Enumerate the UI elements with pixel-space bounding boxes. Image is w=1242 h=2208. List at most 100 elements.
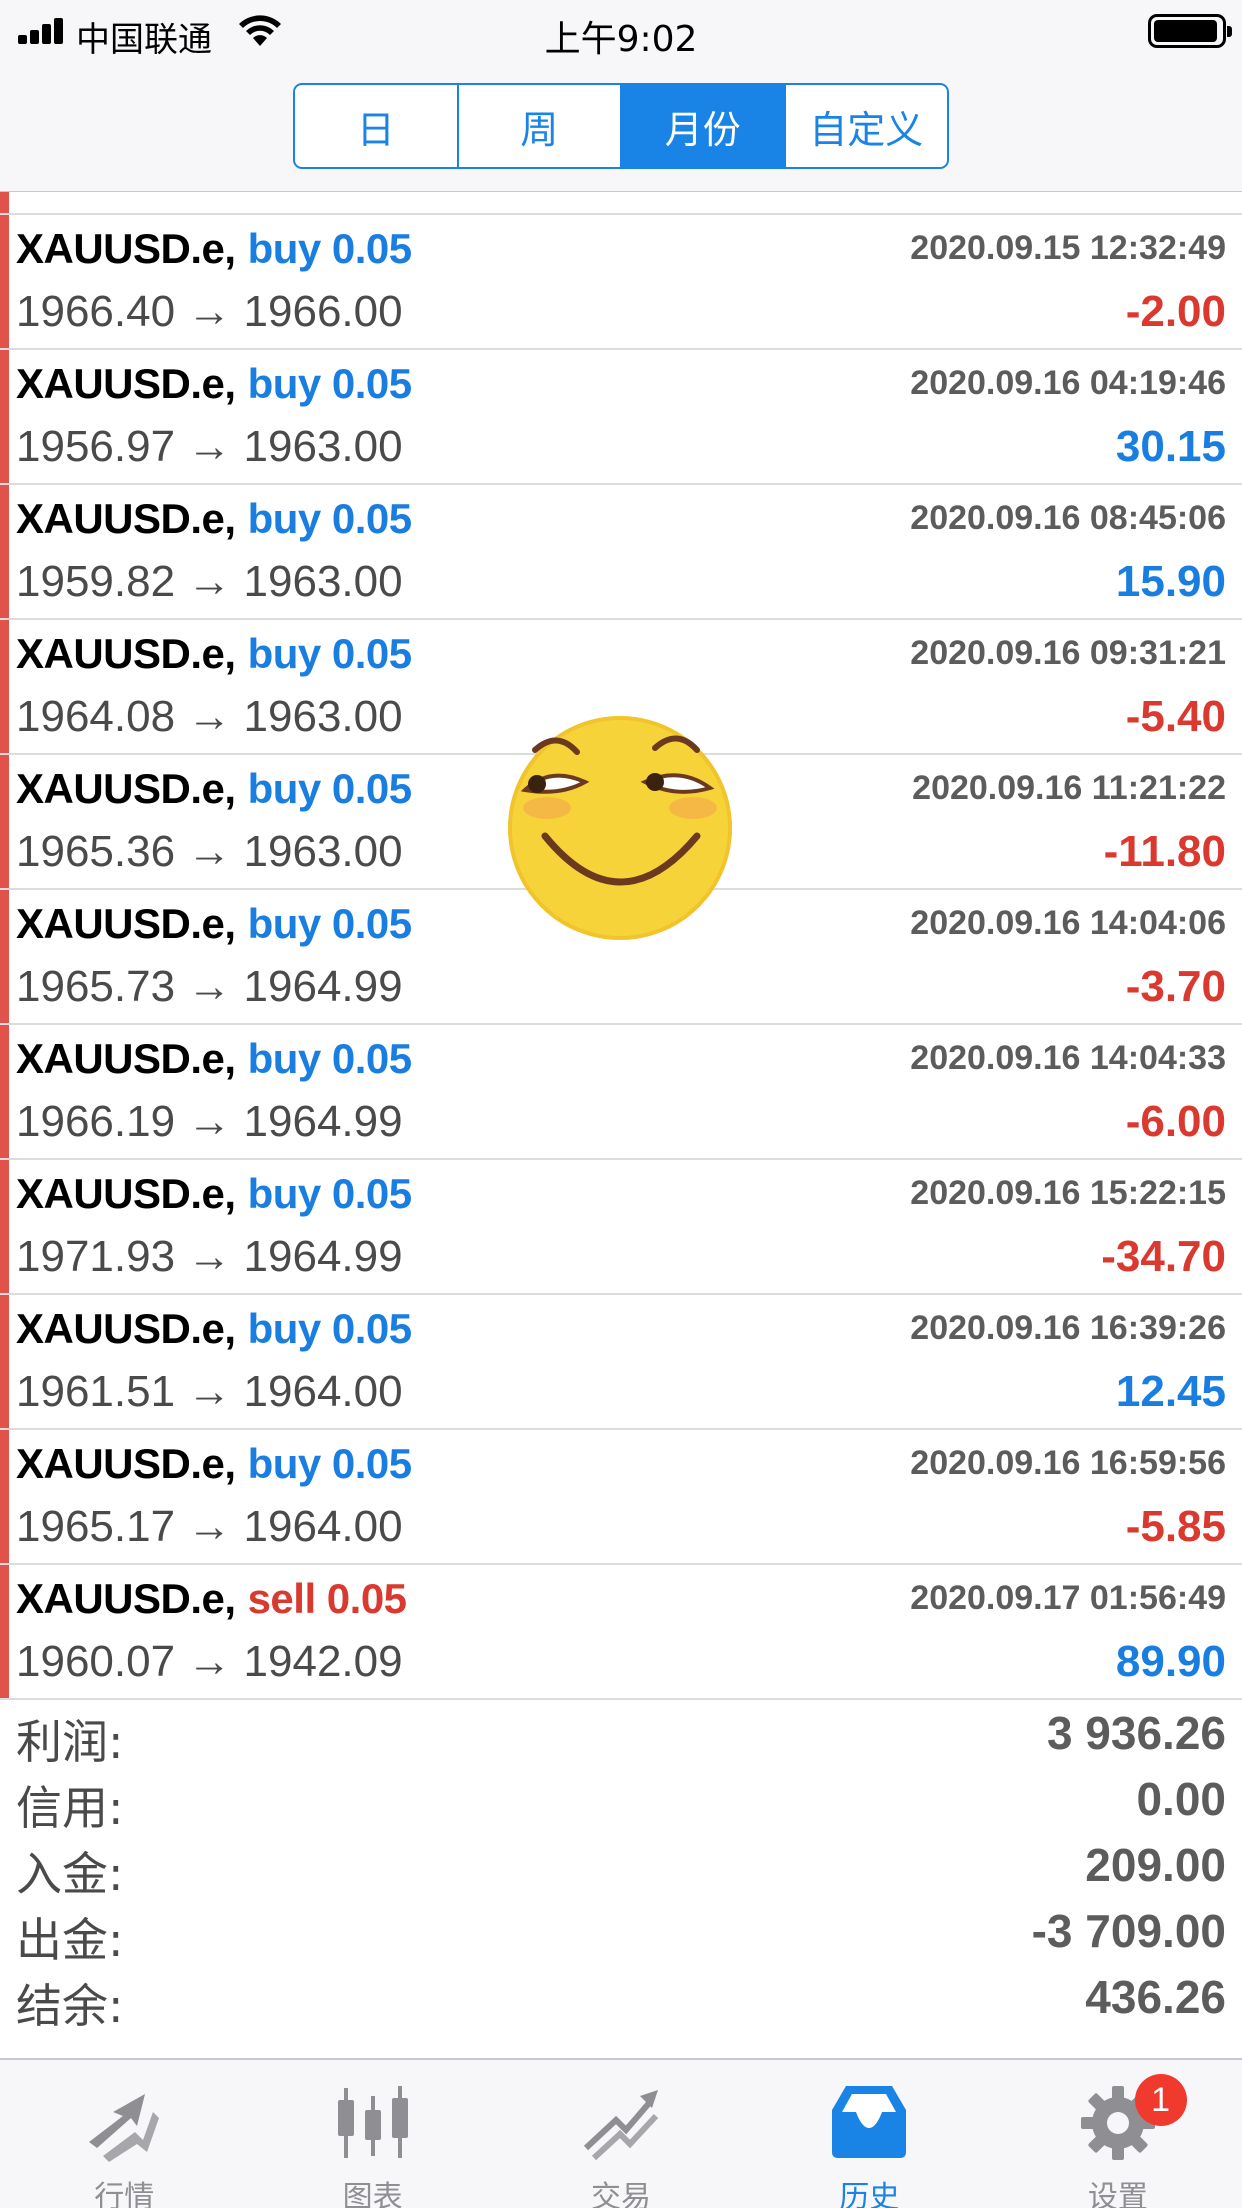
- deal-time: 2020.09.16 09:31:21: [910, 634, 1226, 672]
- deal-side-type: buy: [247, 1305, 322, 1352]
- deal-prices: 1966.19 → 1964.99: [16, 1097, 403, 1147]
- deal-side: buy 0.05: [247, 225, 413, 272]
- deal-volume: 0.05: [331, 1035, 412, 1082]
- status-time: 上午9:02: [544, 19, 698, 60]
- arrow-right-icon: →: [187, 1502, 232, 1551]
- deal-close-price: 1964.99: [243, 962, 403, 1011]
- deal-volume: 0.05: [331, 495, 412, 542]
- deal-open-price: 1971.93: [16, 1232, 176, 1281]
- arrow-right-icon: →: [187, 1232, 232, 1281]
- deal-title: XAUUSD.e, buy 0.05: [16, 360, 412, 408]
- deal-type-bar: [0, 1160, 9, 1293]
- deal-close-price: 1942.09: [243, 1637, 403, 1686]
- deal-profit: 15.90: [1115, 557, 1226, 606]
- tab-settings[interactable]: 1 设置: [994, 2060, 1242, 2208]
- deal-row[interactable]: XAUUSD.e, buy 0.05 2020.09.15 12:32:49 1966…: [0, 215, 1242, 350]
- deal-open-price: 1961.51: [16, 1367, 176, 1416]
- summary-label: 利润:: [16, 1715, 124, 1769]
- list-item-partial: [0, 192, 1242, 215]
- deal-profit: 12.45: [1115, 1367, 1226, 1416]
- deal-profit: -11.80: [1103, 827, 1226, 876]
- tab-history-label: 历史: [839, 2180, 900, 2208]
- summary-credit-row: 信用: 0.00: [0, 1766, 1242, 1835]
- deal-prices: 1959.82 → 1963.00: [16, 557, 403, 607]
- battery-icon: [1148, 14, 1232, 48]
- tab-quotes-label: 行情: [94, 2180, 155, 2208]
- quotes-arrows-icon: [89, 2094, 160, 2162]
- tab-custom[interactable]: 自定义: [786, 85, 948, 167]
- deal-row[interactable]: XAUUSD.e, buy 0.05 2020.09.16 14:04:33 1966…: [0, 1025, 1242, 1160]
- tab-settings-label: 设置: [1087, 2180, 1148, 2208]
- deal-profit: -6.00: [1125, 1097, 1226, 1146]
- summary-credit-value: 0.00: [1136, 1773, 1226, 1825]
- tab-chart[interactable]: 图表: [248, 2060, 496, 2208]
- deal-prices: 1956.97 → 1963.00: [16, 422, 403, 472]
- deal-close-price: 1964.00: [243, 1502, 403, 1551]
- tab-history[interactable]: 历史: [745, 2060, 993, 2208]
- summary-withdrawal-value: -3 709.00: [1031, 1905, 1226, 1957]
- summary-profit-value: 3 936.26: [1046, 1707, 1226, 1759]
- history-inbox-icon: [832, 2086, 907, 2158]
- deal-time: 2020.09.16 04:19:46: [910, 364, 1226, 402]
- deal-symbol: XAUUSD.e,: [16, 1035, 236, 1082]
- arrow-right-icon: →: [187, 1637, 232, 1686]
- deal-side-type: buy: [247, 495, 322, 542]
- arrow-right-icon: →: [187, 287, 232, 336]
- tab-day[interactable]: 日: [295, 85, 459, 167]
- deal-time: 2020.09.16 16:39:26: [910, 1309, 1226, 1347]
- deal-prices: 1966.40 → 1966.00: [16, 287, 403, 337]
- deal-volume: 0.05: [331, 225, 412, 272]
- deal-type-bar: [0, 755, 9, 888]
- deal-side-type: buy: [247, 1170, 322, 1217]
- deal-open-price: 1964.08: [16, 692, 176, 741]
- deal-side-type: buy: [247, 360, 322, 407]
- summary-withdrawal-row: 出金: -3 709.00: [0, 1898, 1242, 1967]
- deal-close-price: 1964.99: [243, 1097, 403, 1146]
- tab-quotes[interactable]: 行情: [0, 2060, 248, 2208]
- deal-side-type: buy: [247, 225, 322, 272]
- deal-type-bar: [0, 1025, 9, 1158]
- deal-title: XAUUSD.e, buy 0.05: [16, 1440, 412, 1488]
- deal-symbol: XAUUSD.e,: [16, 630, 236, 677]
- deal-profit: -5.85: [1125, 1502, 1226, 1551]
- deal-time: 2020.09.16 15:22:15: [910, 1174, 1226, 1212]
- deal-type-bar: [0, 350, 9, 483]
- tab-trade[interactable]: 交易: [497, 2060, 745, 2208]
- tab-week[interactable]: 周: [459, 85, 622, 167]
- deal-close-price: 1963.00: [243, 422, 403, 471]
- deal-symbol: XAUUSD.e,: [16, 1305, 236, 1352]
- deal-row[interactable]: XAUUSD.e, buy 0.05 2020.09.16 04:19:46 1956…: [0, 350, 1242, 485]
- deal-type-bar: [0, 1430, 9, 1563]
- deal-side: buy 0.05: [248, 1440, 413, 1487]
- summary-profit-row: 利润: 3 936.26: [0, 1700, 1242, 1769]
- deal-row[interactable]: XAUUSD.e, buy 0.05 2020.09.16 15:22:15 1971…: [0, 1160, 1242, 1295]
- deal-list[interactable]: XAUUSD.e, buy 0.05 2020.09.15 12:32:49 1966…: [0, 192, 1242, 1700]
- deal-volume: 0.05: [331, 1170, 412, 1217]
- smiling-emoji-sticker: [508, 716, 732, 940]
- deal-symbol: XAUUSD.e,: [16, 1575, 236, 1622]
- deal-time: 2020.09.16 08:45:06: [910, 499, 1226, 537]
- deal-row[interactable]: XAUUSD.e, sell 0.05 2020.09.17 01:56:49 196…: [0, 1565, 1242, 1700]
- deal-open-price: 1959.82: [16, 557, 176, 606]
- settings-notification-badge: 1: [1134, 2074, 1187, 2126]
- tab-month[interactable]: 月份: [622, 85, 786, 167]
- bottom-tab-bar: 行情 图表 交易 历史 1 设置: [0, 2058, 1242, 2208]
- arrow-right-icon: →: [187, 692, 232, 741]
- deal-prices: 1965.17 → 1964.00: [16, 1502, 403, 1552]
- deal-side: buy 0.05: [248, 765, 413, 812]
- deal-title: XAUUSD.e, buy 0.05: [16, 495, 412, 543]
- deal-open-price: 1965.73: [16, 962, 176, 1011]
- deal-profit: -5.40: [1125, 692, 1226, 741]
- summary-deposit-row: 入金: 209.00: [0, 1832, 1242, 1901]
- deal-side-type: sell: [247, 1575, 317, 1622]
- deal-time: 2020.09.17 01:56:49: [910, 1579, 1226, 1617]
- deal-row[interactable]: XAUUSD.e, buy 0.05 2020.09.16 16:39:26 1961…: [0, 1295, 1242, 1430]
- period-segmented-control: 日 周 月份 自定义: [293, 83, 949, 169]
- deal-open-price: 1956.97: [16, 422, 176, 471]
- deal-row[interactable]: XAUUSD.e, buy 0.05 2020.09.16 08:45:06 1959…: [0, 485, 1242, 620]
- deal-symbol: XAUUSD.e,: [16, 900, 236, 947]
- arrow-right-icon: →: [187, 962, 232, 1011]
- deal-profit: -3.70: [1125, 962, 1226, 1011]
- deal-row[interactable]: XAUUSD.e, buy 0.05 2020.09.16 16:59:56 1965…: [0, 1430, 1242, 1565]
- deal-volume: 0.05: [331, 1305, 412, 1352]
